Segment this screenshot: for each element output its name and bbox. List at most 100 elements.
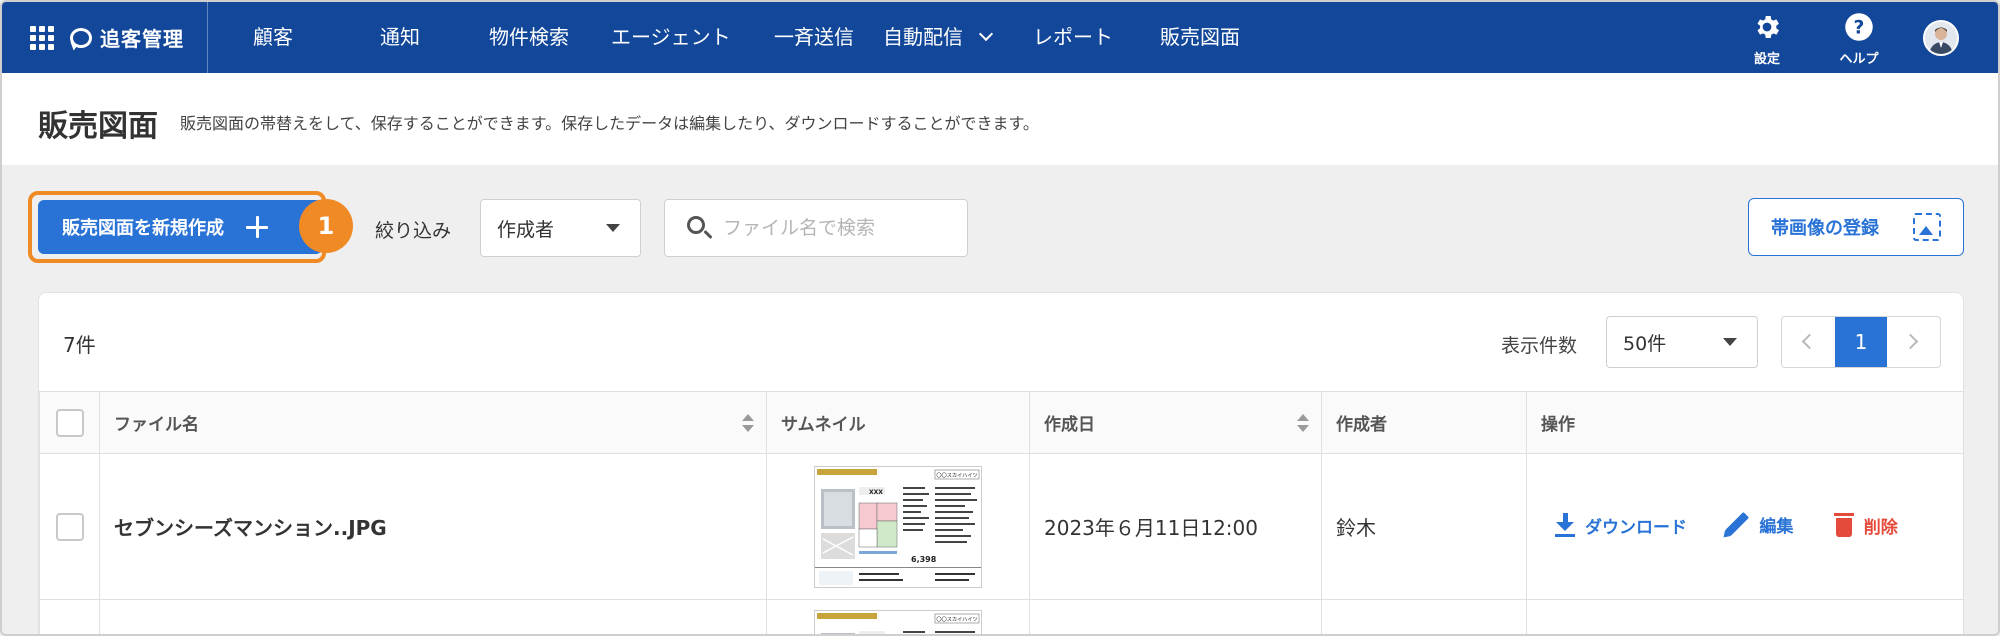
- row-select-cell: [39, 453, 100, 600]
- select-all-cell: [39, 391, 100, 454]
- column-header-thumbnail: サムネイル: [766, 391, 1030, 454]
- file-name-cell[interactable]: セブンシーズマンション..JPG: [99, 453, 767, 600]
- column-label: 作成者: [1336, 415, 1387, 435]
- create-button-label: 販売図面を新規作成: [62, 218, 224, 239]
- column-header-file-name[interactable]: ファイル名: [99, 391, 767, 454]
- thumbnail-cell: 〇〇スカイハイツ XXX 6,398: [766, 453, 1030, 600]
- filter-label: 絞り込み: [375, 220, 452, 242]
- thumbnail-header-text: 〇〇スカイハイツ: [936, 616, 977, 623]
- created-date-cell: 2023年６月11日12:00: [1029, 453, 1322, 600]
- column-header-created-date[interactable]: 作成日: [1029, 391, 1322, 454]
- actions-cell: [1526, 599, 1964, 634]
- nav-item-property-search[interactable]: 物件検索: [489, 2, 569, 73]
- chat-bubble-icon: [70, 27, 92, 48]
- filter-select-value: 作成者: [497, 218, 555, 241]
- nav-item-sales-drawings[interactable]: 販売図面: [1160, 2, 1240, 73]
- table-row: セブンシーズマンション..JPG 〇〇スカイハイツ XXX 6,398 2023…: [39, 453, 1964, 600]
- nav-item-report[interactable]: レポート: [1033, 2, 1113, 73]
- pagination: 1: [1781, 316, 1941, 368]
- prev-page-button[interactable]: [1782, 317, 1835, 367]
- created-date-cell: [1029, 599, 1322, 634]
- author-cell: [1321, 599, 1527, 634]
- search-box[interactable]: [664, 199, 968, 257]
- page-number-button[interactable]: 1: [1834, 317, 1888, 367]
- caret-down-icon: [1723, 338, 1737, 346]
- edit-button[interactable]: 編集: [1725, 511, 1793, 537]
- file-list-card: 7件 表示件数 50件 1 ファイル名 サムネイル 作成日 作成者 操作 セブン…: [38, 292, 1964, 634]
- thumbnail-header-text: 〇〇スカイハイツ: [936, 472, 977, 479]
- column-label: サムネイル: [781, 415, 866, 435]
- column-label: ファイル名: [114, 415, 199, 435]
- chevron-left-icon: [1801, 333, 1818, 350]
- nav-item-auto-delivery-label: 自動配信: [883, 25, 963, 49]
- user-avatar-icon: [1925, 22, 1957, 54]
- per-page-select[interactable]: 50件: [1606, 316, 1758, 368]
- table-header-row: ファイル名 サムネイル 作成日 作成者 操作: [39, 391, 1964, 454]
- floorplan-thumbnail-image: 〇〇スカイハイツ: [815, 611, 981, 634]
- settings-button[interactable]: 設定: [1737, 12, 1797, 67]
- row-select-cell: [39, 599, 100, 634]
- brand[interactable]: 追客管理: [2, 2, 208, 73]
- sort-icon[interactable]: [742, 414, 754, 432]
- image-upload-icon: [1913, 213, 1941, 241]
- chevron-right-icon: [1903, 333, 1919, 350]
- nav-item-auto-delivery[interactable]: 自動配信: [883, 2, 994, 73]
- brand-name: 追客管理: [100, 27, 184, 51]
- table-row: 〇〇スカイハイツ: [39, 599, 1964, 634]
- help-icon: ?: [1845, 13, 1873, 41]
- sales-drawing-thumbnail[interactable]: 〇〇スカイハイツ: [814, 610, 982, 634]
- app-grid-icon[interactable]: [30, 25, 54, 50]
- download-button[interactable]: ダウンロード: [1555, 513, 1687, 538]
- download-icon: [1555, 513, 1575, 537]
- sales-drawing-thumbnail[interactable]: 〇〇スカイハイツ XXX 6,398: [814, 465, 982, 588]
- svg-text:?: ?: [1854, 17, 1865, 38]
- register-banner-image-button[interactable]: 帯画像の登録: [1748, 198, 1964, 256]
- settings-label: 設定: [1753, 52, 1780, 67]
- gear-icon: [1757, 16, 1779, 38]
- sort-icon[interactable]: [1297, 414, 1309, 432]
- select-all-checkbox[interactable]: [56, 408, 84, 437]
- next-page-button[interactable]: [1887, 317, 1940, 367]
- search-input[interactable]: [723, 212, 953, 244]
- plus-icon: [246, 216, 268, 238]
- create-new-drawing-button[interactable]: 販売図面を新規作成: [38, 200, 322, 254]
- trash-icon: [1833, 513, 1854, 537]
- avatar[interactable]: [1923, 20, 1959, 56]
- nav-item-customers[interactable]: 顧客: [253, 2, 293, 73]
- step-number-badge: 1: [299, 199, 353, 253]
- column-header-author: 作成者: [1321, 391, 1527, 454]
- nav-item-bulk-send[interactable]: 一斉送信: [774, 2, 854, 73]
- search-icon: [687, 216, 705, 234]
- nav-item-agent[interactable]: エージェント: [611, 2, 731, 73]
- help-button[interactable]: ? ヘルプ: [1829, 12, 1889, 67]
- delete-button[interactable]: 削除: [1833, 513, 1898, 538]
- page-description: 販売図面の帯替えをして、保存することができます。保存したデータは編集したり、ダウ…: [180, 114, 1039, 133]
- result-count: 7件: [63, 333, 96, 357]
- per-page-value: 50件: [1623, 332, 1667, 355]
- file-name-cell: [99, 599, 767, 634]
- file-table: ファイル名 サムネイル 作成日 作成者 操作 セブンシーズマンション..JPG: [39, 391, 1964, 634]
- delete-label: 削除: [1863, 517, 1898, 538]
- chevron-down-icon: [978, 26, 994, 42]
- actions-cell: ダウンロード 編集 削除: [1526, 453, 1964, 600]
- svg-text:XXX: XXX: [869, 489, 883, 496]
- nav-item-notifications[interactable]: 通知: [380, 2, 420, 73]
- thumbnail-cell: 〇〇スカイハイツ: [766, 599, 1030, 634]
- row-checkbox[interactable]: [56, 512, 84, 541]
- column-label: 作成日: [1044, 415, 1095, 435]
- help-label: ヘルプ: [1839, 52, 1879, 67]
- per-page-label: 表示件数: [1501, 335, 1578, 357]
- page-title: 販売図面: [38, 109, 158, 144]
- column-label: 操作: [1541, 415, 1575, 435]
- app-window: 追客管理 顧客 通知 物件検索 エージェント 一斉送信 自動配信 レポート 販売…: [0, 0, 2000, 636]
- author-cell: 鈴木: [1321, 453, 1527, 600]
- thumbnail-price: 6,398: [911, 555, 937, 564]
- caret-down-icon: [606, 224, 620, 232]
- page-header: 販売図面 販売図面の帯替えをして、保存することができます。保存したデータは編集し…: [2, 73, 1998, 165]
- column-header-actions: 操作: [1526, 391, 1964, 454]
- floorplan-thumbnail-image: 〇〇スカイハイツ XXX 6,398: [815, 466, 981, 587]
- filter-select[interactable]: 作成者: [480, 199, 641, 257]
- pencil-icon: [1725, 511, 1750, 537]
- download-label: ダウンロード: [1585, 517, 1687, 538]
- register-banner-label: 帯画像の登録: [1771, 218, 1879, 239]
